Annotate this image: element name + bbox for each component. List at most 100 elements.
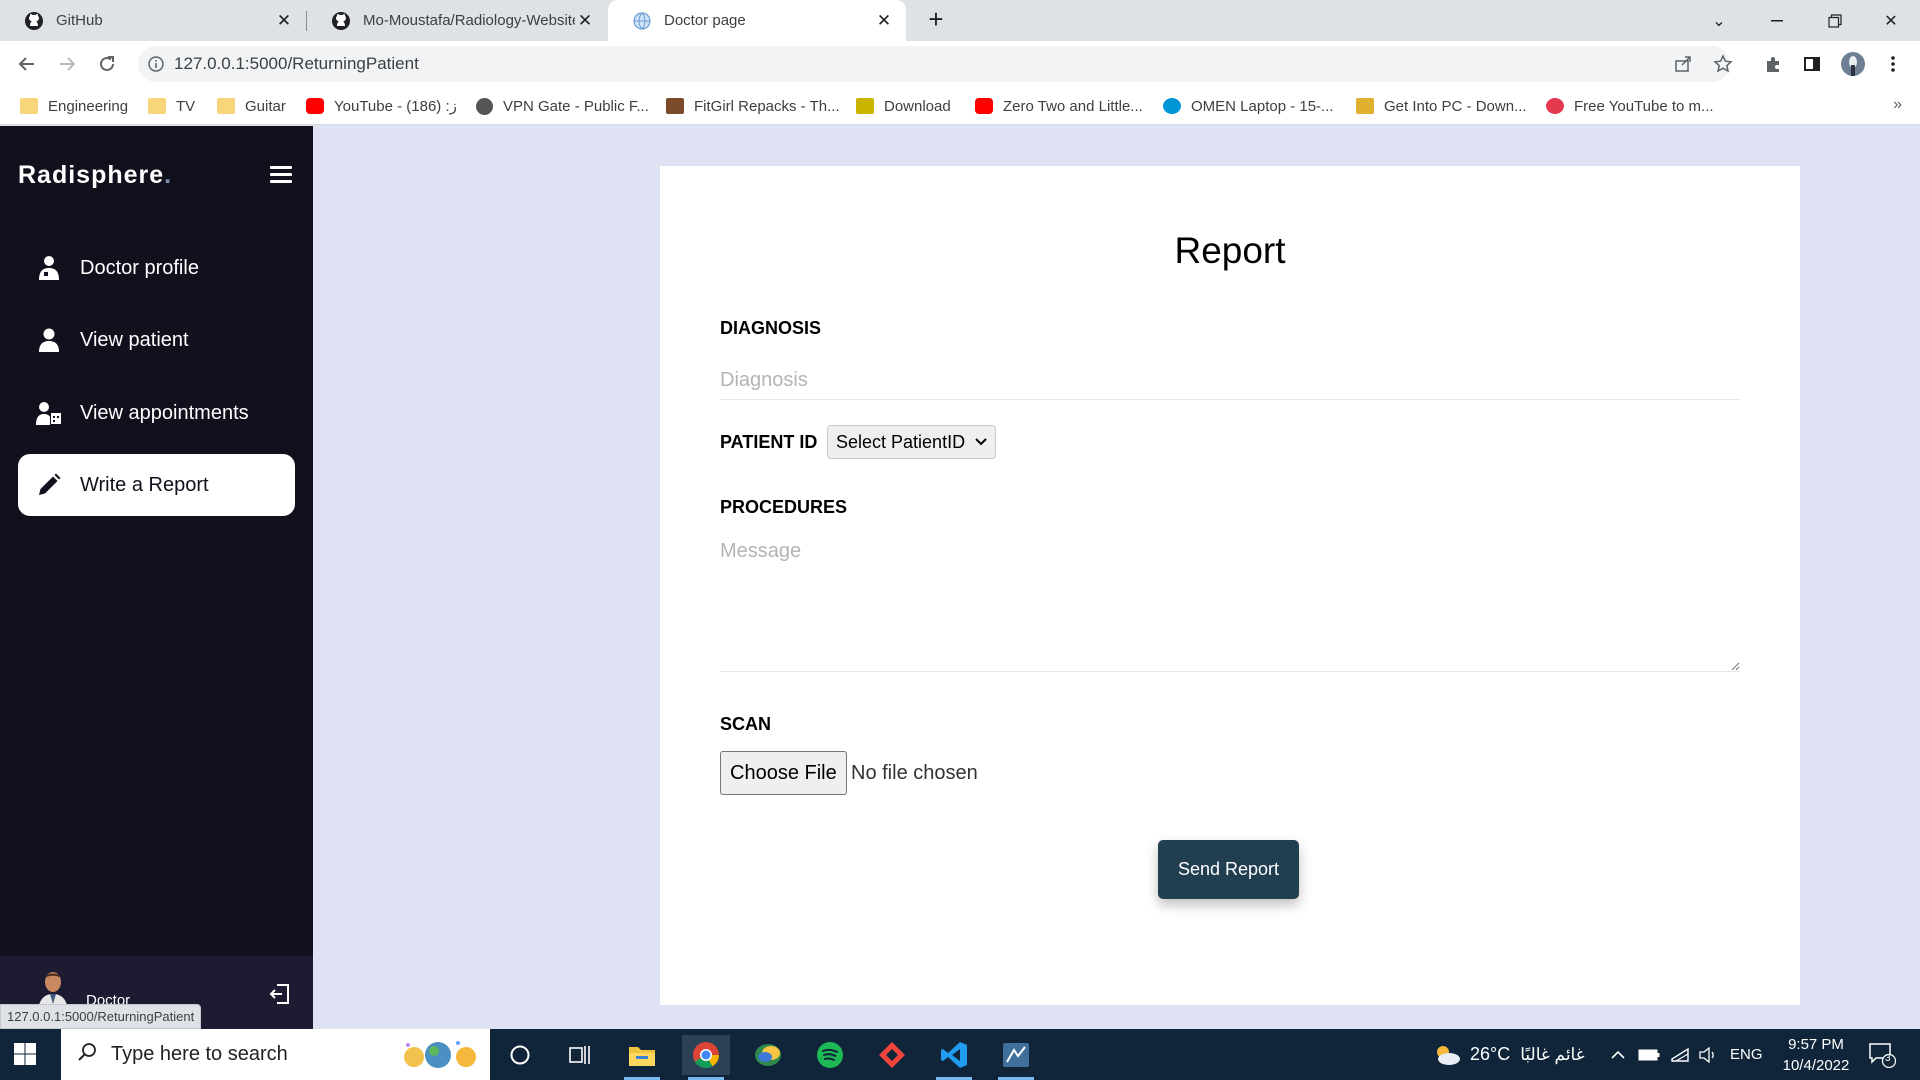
- bookmark-label: YouTube - (186) :ز: [334, 98, 457, 115]
- vscode-icon[interactable]: [930, 1035, 978, 1080]
- brand-dot: .: [164, 161, 173, 189]
- close-tab-icon[interactable]: ✕: [874, 11, 894, 31]
- chrome-icon[interactable]: [682, 1035, 730, 1080]
- diagnosis-label: DIAGNOSIS: [720, 318, 822, 338]
- send-report-button[interactable]: Send Report: [1158, 840, 1299, 899]
- logout-icon[interactable]: [268, 982, 292, 1006]
- info-icon[interactable]: [138, 56, 174, 72]
- tab-search-icon[interactable]: ⌄: [1690, 0, 1748, 41]
- sidebar-item-view-appointments[interactable]: View appointments: [18, 382, 295, 444]
- language-indicator[interactable]: ENG: [1730, 1029, 1763, 1080]
- cortana-icon[interactable]: [496, 1035, 544, 1075]
- reload-icon[interactable]: [92, 49, 122, 79]
- appointments-icon: [36, 400, 62, 426]
- tab-title: GitHub: [56, 12, 103, 29]
- bookmark-label: Guitar: [245, 97, 286, 115]
- sidebar-item-write-report[interactable]: Write a Report: [18, 454, 295, 516]
- bookmark-guitar[interactable]: Guitar: [217, 94, 286, 118]
- close-window-button[interactable]: ✕: [1862, 0, 1920, 41]
- brand-name: Radisphere: [18, 161, 165, 189]
- browser-toolbar: 127.0.0.1:5000/ReturningPatient: [0, 41, 1920, 88]
- restore-button[interactable]: [1806, 0, 1864, 41]
- youtube-icon: [306, 98, 324, 114]
- clock-time: 9:57 PM: [1788, 1036, 1844, 1053]
- address-bar[interactable]: 127.0.0.1:5000/ReturningPatient: [138, 46, 1730, 82]
- bookmark-vpn-gate[interactable]: VPN Gate - Public F...: [476, 94, 649, 118]
- notification-count: 3: [1885, 1053, 1891, 1064]
- spotify-icon[interactable]: [806, 1035, 854, 1075]
- search-placeholder: Type here to search: [111, 1043, 288, 1065]
- bookmark-get-into-pc[interactable]: Get Into PC - Down...: [1356, 94, 1527, 118]
- choose-file-button[interactable]: Choose File: [720, 751, 847, 795]
- bookmark-zero-two[interactable]: Zero Two and Little...: [975, 94, 1143, 118]
- mysql-workbench-icon[interactable]: [992, 1035, 1040, 1080]
- bookmark-free-youtube[interactable]: Free YouTube to m...: [1546, 94, 1714, 118]
- github-icon: [24, 11, 44, 31]
- windows-start-icon[interactable]: [12, 1041, 40, 1069]
- procedures-textarea[interactable]: [720, 530, 1740, 672]
- weather-text: غائم غالبًا: [1520, 1044, 1585, 1064]
- weather-temp: 26°C: [1470, 1044, 1511, 1064]
- procedures-label: PROCEDURES: [720, 497, 848, 517]
- bookmark-label: Download: [884, 97, 951, 115]
- profile-avatar[interactable]: [1838, 49, 1868, 79]
- taskbar-search[interactable]: Type here to search: [61, 1029, 490, 1080]
- tab-doctor-page[interactable]: Doctor page ✕: [608, 0, 906, 41]
- scan-label: SCAN: [720, 714, 772, 734]
- edge-icon[interactable]: [744, 1035, 792, 1075]
- folder-icon: [148, 98, 166, 114]
- minimize-button[interactable]: [1748, 0, 1806, 41]
- menu-icon[interactable]: [270, 166, 292, 187]
- bookmark-star-icon[interactable]: [1708, 49, 1738, 79]
- browser-tab-strip: GitHub ✕ Mo-Moustafa/Radiology-Website ✕…: [0, 0, 1920, 41]
- forward-icon[interactable]: [52, 49, 82, 79]
- more-bookmarks-icon[interactable]: »: [1893, 96, 1902, 114]
- wifi-icon[interactable]: [1670, 1029, 1690, 1080]
- user-icon: [36, 327, 62, 353]
- sidebar-item-label: View patient: [80, 328, 189, 351]
- weather-widget[interactable]: 26°C غائم غالبًا: [1432, 1029, 1585, 1080]
- taskbar-clock[interactable]: 9:57 PM 10/4/2022: [1770, 1034, 1862, 1076]
- close-tab-icon[interactable]: ✕: [575, 11, 595, 31]
- diagnosis-input[interactable]: [720, 362, 1740, 400]
- tab-radiology-website[interactable]: Mo-Moustafa/Radiology-Website ✕: [307, 0, 607, 41]
- pencil-icon: [36, 472, 62, 498]
- bookmark-omen-laptop[interactable]: OMEN Laptop - 15-...: [1163, 94, 1334, 118]
- file-explorer-icon[interactable]: [618, 1035, 666, 1080]
- bookmark-label: OMEN Laptop - 15-...: [1191, 97, 1334, 115]
- search-icon: [77, 1042, 97, 1068]
- brand-logo: Radisphere.: [18, 161, 172, 190]
- task-view-icon[interactable]: [556, 1035, 604, 1075]
- new-tab-button[interactable]: +: [922, 6, 950, 34]
- bookmark-youtube[interactable]: YouTube - (186) :ز: [306, 94, 457, 118]
- sidebar-item-view-patient[interactable]: View patient: [18, 309, 295, 371]
- bookmark-label: VPN Gate - Public F...: [503, 97, 649, 115]
- patient-id-select[interactable]: Select PatientID: [827, 425, 997, 459]
- bookmark-engineering[interactable]: Engineering: [20, 94, 128, 118]
- chrome-menu-icon[interactable]: [1878, 49, 1908, 79]
- battery-icon[interactable]: [1638, 1029, 1660, 1080]
- windows-taskbar: Type here to search 26°C غائم غالبًا ENG…: [0, 1029, 1920, 1080]
- tab-title: Mo-Moustafa/Radiology-Website: [363, 12, 575, 29]
- sidebar-item-label: Write a Report: [80, 473, 209, 496]
- sidebar-item-doctor-profile[interactable]: Doctor profile: [18, 237, 295, 299]
- hidden-icons-chevron[interactable]: [1610, 1029, 1626, 1080]
- anydesk-icon[interactable]: [868, 1035, 916, 1075]
- notifications-icon[interactable]: 3: [1868, 1042, 1897, 1069]
- status-bar-url: 127.0.0.1:5000/ReturningPatient: [0, 1004, 202, 1029]
- report-card: Report DIAGNOSIS PATIENT ID Select Patie…: [660, 166, 1800, 1005]
- tab-github[interactable]: GitHub ✕: [0, 0, 306, 41]
- globe-icon: [632, 11, 652, 31]
- bookmark-fitgirl[interactable]: FitGirl Repacks - Th...: [666, 94, 840, 118]
- share-icon[interactable]: [1668, 49, 1698, 79]
- bookmark-download[interactable]: Download: [856, 94, 951, 118]
- download-icon: [856, 98, 874, 114]
- converter-icon: [1546, 98, 1564, 114]
- bookmark-tv[interactable]: TV: [148, 94, 195, 118]
- back-icon[interactable]: [12, 49, 42, 79]
- fitgirl-icon: [666, 98, 684, 114]
- volume-icon[interactable]: [1698, 1029, 1718, 1080]
- extensions-icon[interactable]: [1758, 49, 1788, 79]
- close-tab-icon[interactable]: ✕: [274, 11, 294, 31]
- side-panel-icon[interactable]: [1797, 49, 1827, 79]
